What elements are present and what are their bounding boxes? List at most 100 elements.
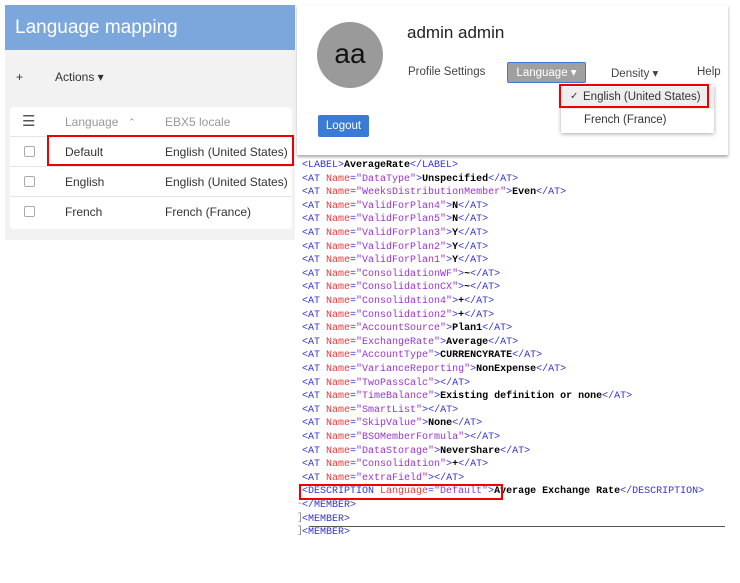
code-token: <AT: [302, 445, 327, 457]
code-token: <MEMBER>: [302, 513, 351, 525]
code-line: <AT Name="SmartList"></AT>: [302, 404, 458, 418]
table-row[interactable]: French French (France): [10, 196, 292, 227]
code-token: "ConsolidationCX": [356, 282, 459, 294]
code-token: </AT>: [482, 323, 513, 335]
page-title: Language mapping: [5, 5, 295, 50]
code-line: <AT Name="ValidForPlan5">N</AT>: [302, 213, 488, 227]
code-token: "DataType": [356, 173, 417, 185]
code-token: "ValidForPlan1": [356, 255, 447, 267]
code-token: <AT: [302, 404, 327, 416]
row-checkbox[interactable]: [24, 176, 35, 187]
code-token: <AT: [302, 187, 327, 199]
highlight-box: [559, 84, 709, 108]
code-token: ></AT>: [422, 404, 459, 416]
code-line: <AT Name="Consolidation">+</AT>: [302, 458, 488, 472]
language-option-french[interactable]: French (France): [561, 110, 714, 132]
code-token: <AT: [302, 282, 327, 294]
code-line: <AT Name="TimeBalance">Existing definiti…: [302, 390, 632, 404]
code-token: "BSOMemberFormula": [356, 432, 465, 443]
code-line: <AT Name="AccountSource">Plan1</AT>: [302, 322, 512, 336]
code-token: NonExpense: [476, 364, 537, 375]
code-token: </AT>: [458, 241, 489, 253]
language-cell: French: [65, 205, 103, 219]
code-token: </DESCRIPTION>: [620, 486, 705, 498]
row-checkbox[interactable]: [24, 146, 35, 157]
code-token: Name: [326, 404, 351, 416]
avatar: aa: [317, 22, 383, 88]
code-token: Name: [326, 241, 351, 253]
code-token: Name: [326, 282, 351, 294]
language-table: ☰ Language ⌃ EBX5 locale Default English…: [10, 107, 292, 229]
code-token: Name: [326, 173, 351, 185]
code-token: <AT: [302, 472, 327, 484]
code-token: Name: [326, 377, 351, 389]
code-token: "DataStorage": [356, 445, 435, 457]
code-token: Name: [326, 296, 351, 307]
table-header: ☰ Language ⌃ EBX5 locale: [10, 107, 292, 137]
code-token: "TimeBalance": [356, 391, 435, 403]
column-header-language[interactable]: Language: [65, 115, 118, 129]
code-line: <AT Name="WeeksDistributionMember">Even<…: [302, 186, 566, 200]
code-line: <AT Name="ValidForPlan3">Y</AT>: [302, 227, 488, 241]
table-row[interactable]: English English (United States): [10, 166, 292, 197]
language-menu-button[interactable]: Language ▾: [507, 62, 586, 83]
actions-menu-button[interactable]: Actions ▾: [55, 70, 104, 84]
divider: [309, 526, 725, 528]
code-token: <AT: [302, 323, 327, 335]
code-token: </AT>: [464, 296, 495, 307]
code-token: "ValidForPlan4": [356, 200, 447, 212]
code-token: <AT: [302, 214, 327, 226]
language-mapping-panel: Language mapping + Actions ▾ ☰ Language …: [5, 5, 295, 240]
profile-card: aa admin admin Profile Settings Language…: [297, 5, 728, 155]
code-token: <AT: [302, 268, 327, 280]
logout-button[interactable]: Logout: [318, 115, 369, 137]
code-token: </AT>: [458, 228, 489, 239]
code-token: <AT: [302, 173, 327, 185]
sort-ascending-icon[interactable]: ⌃: [128, 117, 136, 128]
column-header-locale: EBX5 locale: [165, 115, 231, 129]
code-token: Name: [326, 364, 351, 375]
code-token: Plan1: [452, 323, 483, 335]
code-token: Name: [326, 187, 351, 199]
code-token: Name: [326, 445, 351, 457]
code-line: <AT Name="TwoPassCalc"></AT>: [302, 377, 470, 391]
code-token: Name: [326, 336, 351, 348]
code-token: Name: [326, 391, 351, 403]
code-token: NeverShare: [440, 445, 501, 457]
code-token: Average: [446, 336, 489, 348]
density-menu-button[interactable]: Density ▾: [611, 66, 658, 80]
add-button[interactable]: +: [16, 70, 23, 84]
code-line: </MEMBER>: [302, 499, 356, 513]
code-token: <AT: [302, 228, 327, 239]
code-token: "SmartList": [356, 404, 423, 416]
code-token: "WeeksDistributionMember": [356, 187, 507, 199]
code-token: "extraField": [356, 472, 429, 484]
help-link[interactable]: Help: [697, 66, 721, 78]
language-dropdown: ✓ English (United States) French (France…: [559, 84, 714, 133]
profile-settings-link[interactable]: Profile Settings: [408, 66, 485, 78]
code-token: None: [428, 418, 453, 430]
column-menu-icon[interactable]: ☰: [22, 112, 35, 130]
code-token: </AT>: [464, 309, 495, 321]
code-token: Name: [326, 418, 351, 430]
code-token: <AT: [302, 459, 327, 471]
code-token: </AT>: [488, 336, 519, 348]
code-line: <AT Name="ValidForPlan2">Y</AT>: [302, 241, 488, 255]
row-checkbox[interactable]: [24, 206, 35, 217]
fold-marker[interactable]: ]: [297, 513, 303, 524]
code-token: </AT>: [512, 350, 543, 362]
fold-marker[interactable]: -: [297, 499, 303, 510]
code-token: "ExchangeRate": [356, 336, 441, 348]
code-token: <AT: [302, 241, 327, 253]
code-token: Even: [512, 187, 537, 199]
code-token: </MEMBER>: [302, 500, 357, 511]
code-token: "SkipValue": [356, 418, 423, 430]
code-line: <AT Name="extraField"></AT>: [302, 472, 464, 486]
code-token: </AT>: [452, 418, 483, 430]
fold-marker[interactable]: ]: [297, 526, 303, 537]
code-token: "TwoPassCalc": [356, 377, 435, 389]
code-token: <AT: [302, 391, 327, 403]
code-line: <AT Name="Consolidation2">+</AT>: [302, 309, 494, 323]
code-line: <AT Name="ExchangeRate">Average</AT>: [302, 336, 518, 350]
code-token: "ValidForPlan5": [356, 214, 447, 226]
